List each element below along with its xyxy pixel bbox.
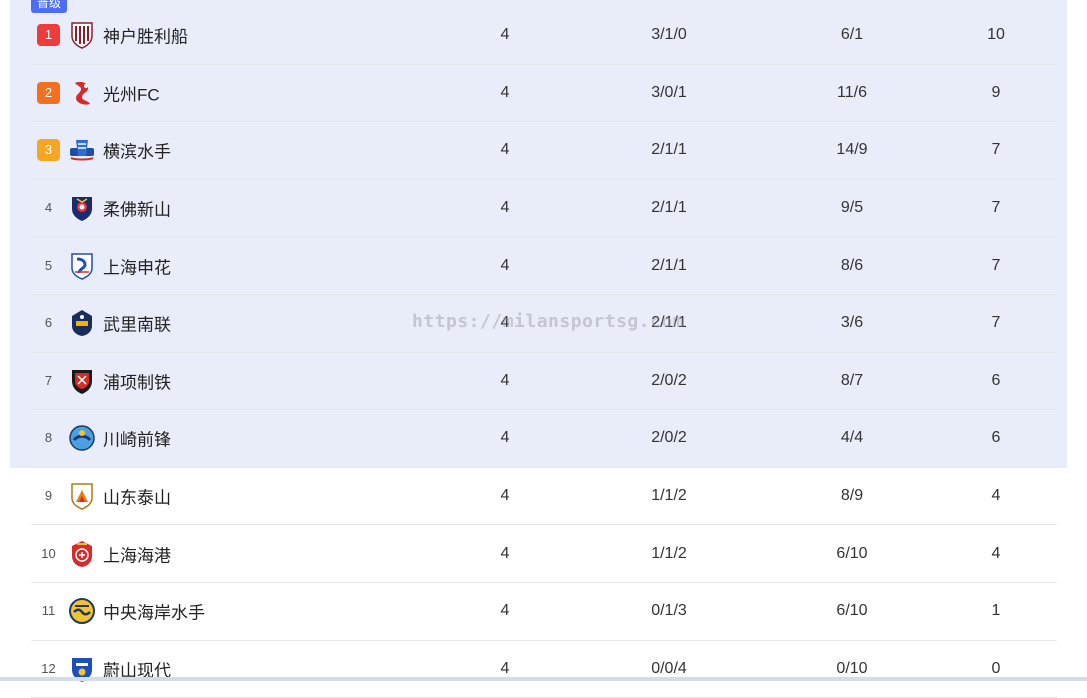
yokohama-marinos-logo	[69, 136, 95, 164]
matches-played: 4	[500, 544, 510, 562]
matches-played: 4	[500, 429, 510, 447]
points: 9	[991, 83, 1001, 101]
win-draw-loss: 3/1/0	[651, 26, 687, 44]
matches-played: 4	[500, 487, 510, 505]
table-row[interactable]: 12 蔚山现代 4 0/0/4 0/10 0	[31, 641, 1057, 698]
kawasaki-frontale-logo	[69, 424, 95, 452]
rank-badge: 9	[44, 488, 53, 504]
table-row[interactable]: 4 柔佛新山 4 2/1/1 9/5 7	[31, 180, 1057, 238]
points: 1	[991, 602, 1001, 620]
table-row[interactable]: 3 横滨水手 4 2/1/1 14/9 7	[31, 122, 1057, 180]
goals-for-against: 8/6	[840, 256, 864, 274]
team-name[interactable]: 光州FC	[103, 80, 160, 105]
table-row[interactable]: 6 武里南联 4 2/1/1 3/6 7	[31, 295, 1057, 353]
goals-for-against: 3/6	[840, 314, 864, 332]
matches-played: 4	[500, 659, 510, 677]
table-row[interactable]: 7 浦项制铁 4 2/0/2 8/7 6	[31, 353, 1057, 411]
win-draw-loss: 2/1/1	[651, 314, 687, 332]
table-row[interactable]: 11 中央海岸水手 4 0/1/3 6/10 1	[31, 583, 1057, 641]
matches-played: 4	[500, 83, 510, 101]
gwangju-fc-logo	[69, 79, 95, 107]
team-name[interactable]: 川崎前锋	[103, 426, 171, 451]
pohang-steelers-logo	[69, 367, 95, 395]
central-coast-mariners-logo	[69, 597, 95, 625]
points: 7	[991, 314, 1001, 332]
rank-badge: 1	[37, 24, 60, 47]
points: 7	[991, 256, 1001, 274]
goals-for-against: 6/10	[836, 544, 868, 562]
rank-badge: 10	[41, 545, 56, 561]
points: 10	[987, 26, 1005, 44]
goals-for-against: 6/1	[840, 26, 864, 44]
team-name[interactable]: 浦项制铁	[103, 368, 171, 393]
points: 6	[991, 429, 1001, 447]
table-row[interactable]: 2 光州FC 4 3/0/1 11/6 9	[31, 65, 1057, 123]
team-name[interactable]: 武里南联	[103, 311, 171, 336]
points: 6	[991, 371, 1001, 389]
table-row[interactable]: 5 上海申花 4 2/1/1 8/6 7	[31, 237, 1057, 295]
win-draw-loss: 2/1/1	[651, 141, 687, 159]
win-draw-loss: 2/1/1	[651, 199, 687, 217]
rank-badge: 3	[37, 139, 60, 162]
matches-played: 4	[500, 314, 510, 332]
rank-badge: 5	[44, 257, 53, 273]
rank-badge: 4	[44, 200, 53, 216]
points: 4	[991, 487, 1001, 505]
goals-for-against: 11/6	[837, 83, 867, 101]
win-draw-loss: 1/1/2	[651, 544, 687, 562]
rank-badge: 2	[37, 81, 60, 104]
win-draw-loss: 1/1/2	[651, 487, 687, 505]
matches-played: 4	[500, 141, 510, 159]
team-name[interactable]: 横滨水手	[103, 138, 171, 163]
table-row[interactable]: 1 神户胜利船 4 3/1/0 6/1 10	[31, 7, 1057, 65]
team-name[interactable]: 上海申花	[103, 253, 171, 278]
win-draw-loss: 0/0/4	[651, 659, 687, 677]
goals-for-against: 14/9	[836, 141, 868, 159]
matches-played: 4	[500, 26, 510, 44]
goals-for-against: 8/9	[840, 487, 864, 505]
goals-for-against: 9/5	[840, 199, 864, 217]
goals-for-against: 8/7	[840, 371, 864, 389]
vissel-kobe-logo	[69, 21, 95, 50]
standings-table: 1 神户胜利船 4 3/1/0 6/1 10 2 光州FC 4 3/0/1 11/6 9 3 横滨水手 4 2…	[31, 7, 1057, 698]
win-draw-loss: 0/1/3	[651, 602, 687, 620]
points: 4	[991, 544, 1001, 562]
shandong-taishan-logo	[69, 482, 95, 510]
win-draw-loss: 2/0/2	[651, 371, 687, 389]
rank-badge: 11	[41, 603, 56, 619]
table-row[interactable]: 8 川崎前锋 4 2/0/2 4/4 6	[31, 410, 1057, 468]
matches-played: 4	[500, 371, 510, 389]
win-draw-loss: 2/0/2	[651, 429, 687, 447]
table-row[interactable]: 9 山东泰山 4 1/1/2 8/9 4	[31, 468, 1057, 526]
table-row[interactable]: 10 上海海港 4 1/1/2 6/10 4	[31, 525, 1057, 583]
team-name[interactable]: 上海海港	[103, 541, 171, 566]
team-name[interactable]: 神户胜利船	[103, 23, 188, 48]
bottom-divider	[0, 677, 1087, 681]
rank-badge: 8	[44, 430, 53, 446]
matches-played: 4	[500, 256, 510, 274]
rank-badge: 6	[44, 315, 53, 331]
shanghai-port-logo	[69, 540, 95, 568]
team-name[interactable]: 柔佛新山	[103, 196, 171, 221]
buriram-united-logo	[69, 309, 95, 337]
points: 7	[991, 141, 1001, 159]
team-name[interactable]: 中央海岸水手	[103, 599, 205, 624]
team-name[interactable]: 山东泰山	[103, 484, 171, 509]
goals-for-against: 0/10	[836, 659, 868, 677]
matches-played: 4	[500, 602, 510, 620]
win-draw-loss: 2/1/1	[651, 256, 687, 274]
goals-for-against: 6/10	[836, 602, 868, 620]
shanghai-shenhua-logo	[69, 252, 95, 280]
matches-played: 4	[500, 199, 510, 217]
points: 0	[991, 659, 1001, 677]
rank-badge: 7	[44, 372, 53, 388]
johor-darul-tazim-logo	[69, 194, 95, 222]
points: 7	[991, 199, 1001, 217]
goals-for-against: 4/4	[840, 429, 864, 447]
win-draw-loss: 3/0/1	[651, 83, 687, 101]
